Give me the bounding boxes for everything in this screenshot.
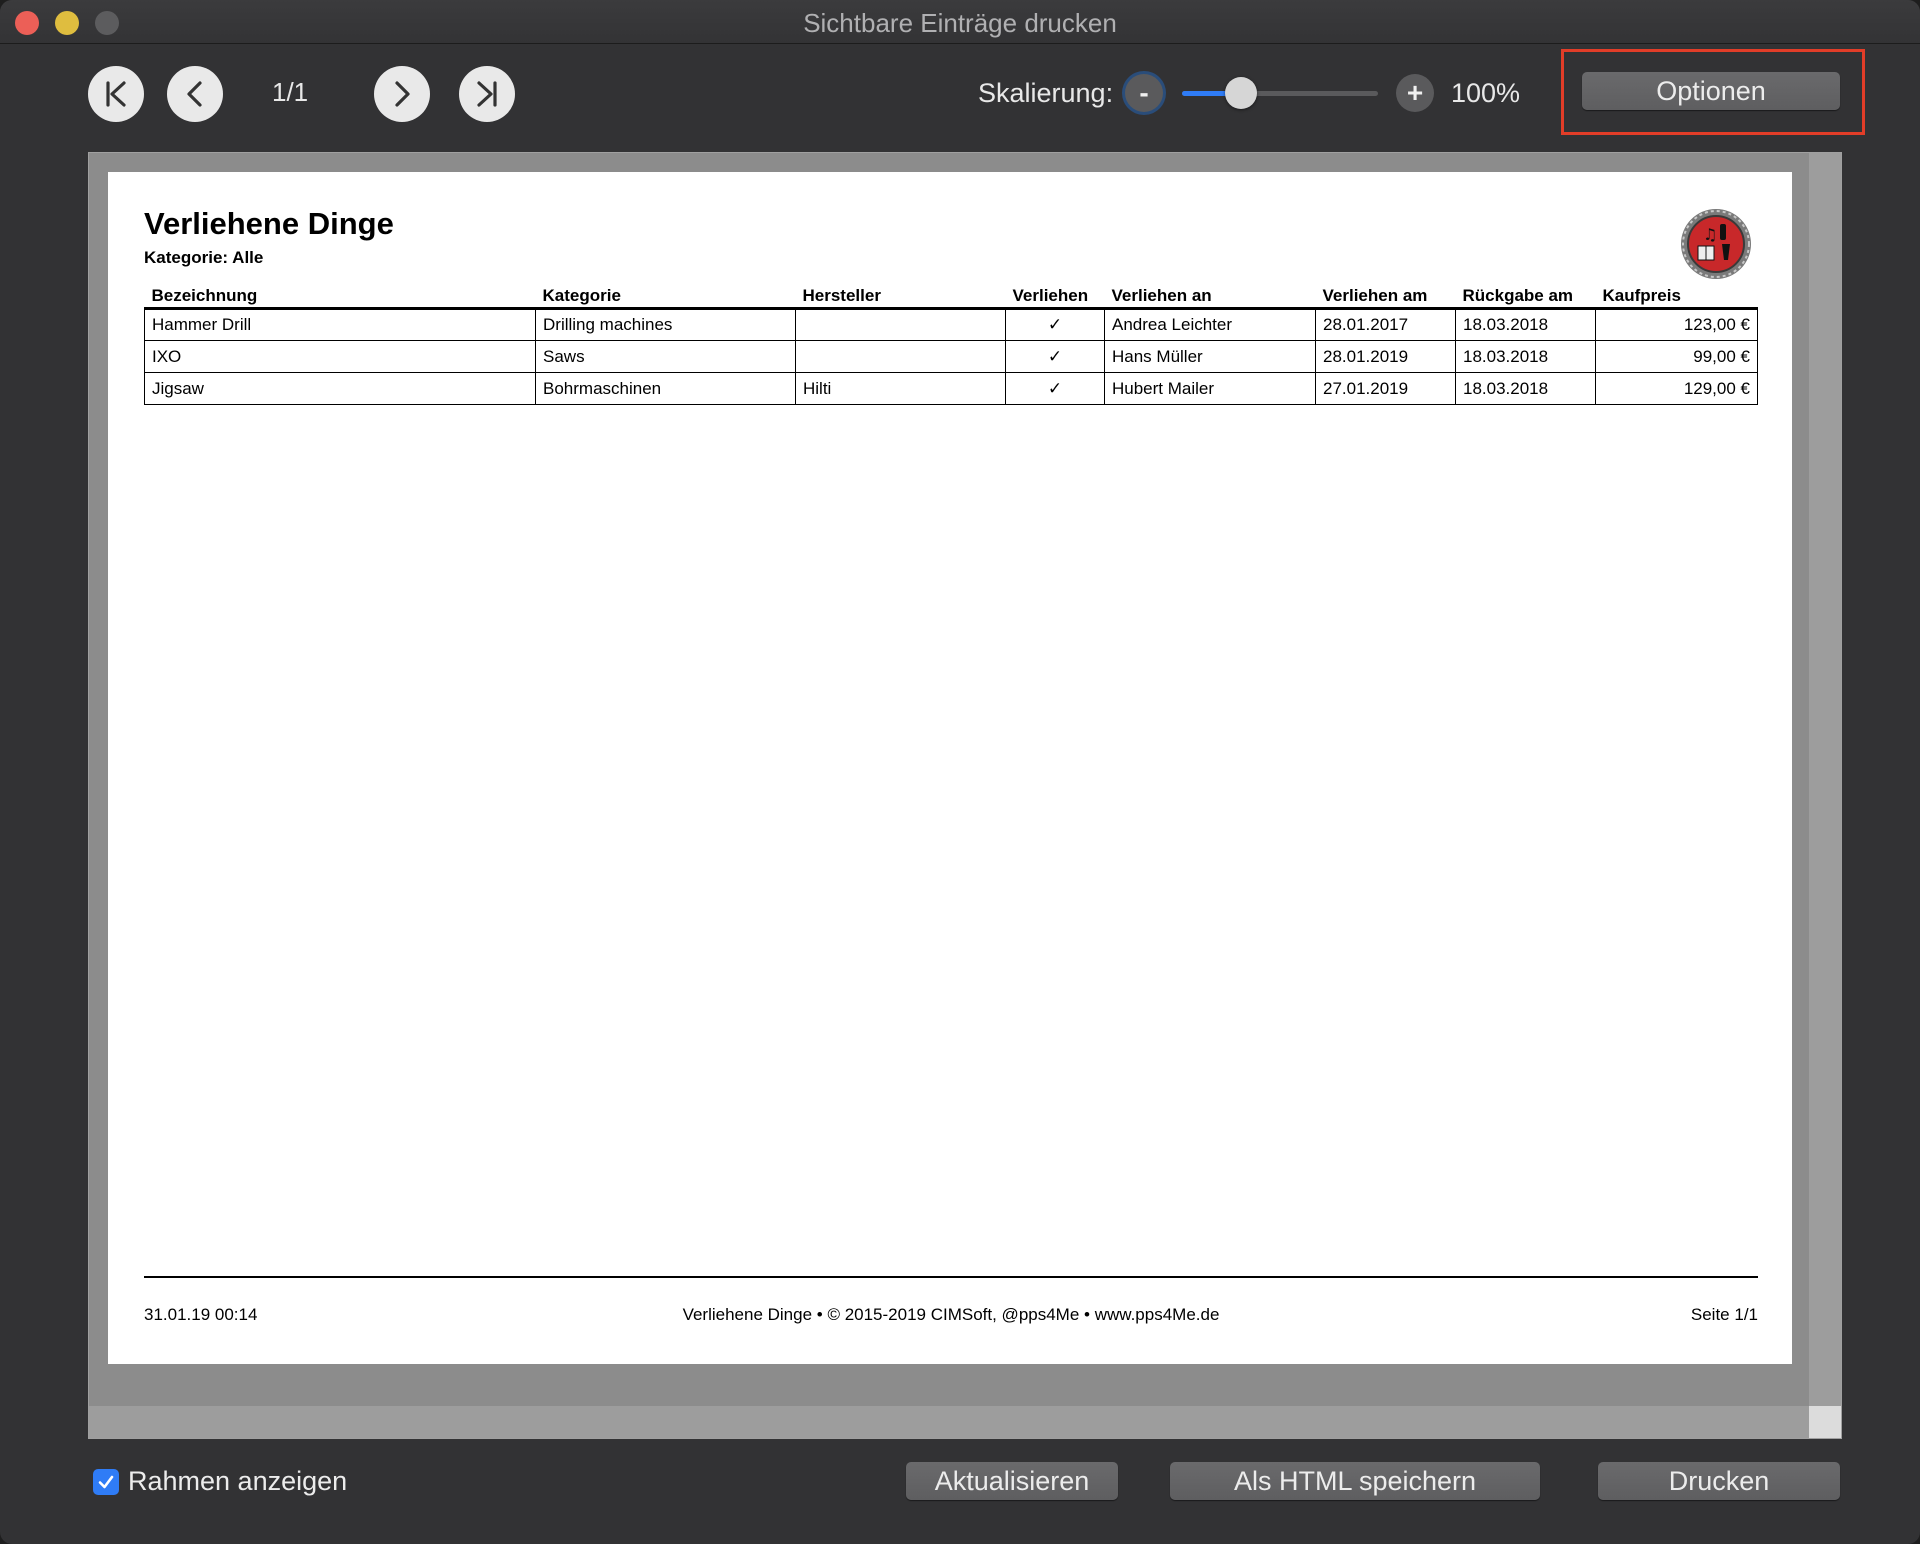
show-frame-label[interactable]: Rahmen anzeigen (128, 1466, 347, 1497)
checkmark-cell: ✓ (1005, 340, 1105, 373)
table-cell: Drilling machines (535, 308, 796, 341)
column-header: Bezeichnung (144, 282, 536, 310)
price-cell: 123,00 € (1595, 308, 1758, 341)
zoom-in-button[interactable]: + (1396, 74, 1434, 112)
table-cell: Bohrmaschinen (535, 372, 796, 405)
footer-divider (144, 1276, 1758, 1278)
scale-label: Skalierung: (978, 78, 1114, 108)
table-row: Hammer Drill Drilling machines ✓ Andrea … (144, 308, 1758, 341)
options-button[interactable]: Optionen (1582, 72, 1840, 110)
table-row: Jigsaw Bohrmaschinen Hilti ✓ Hubert Mail… (144, 372, 1758, 405)
last-page-button[interactable] (459, 66, 515, 122)
price-cell: 99,00 € (1595, 340, 1758, 373)
zoom-slider[interactable] (1182, 77, 1378, 109)
table-cell: 18.03.2018 (1455, 340, 1596, 373)
scrollbar-corner (1809, 1406, 1841, 1438)
last-page-icon (477, 81, 497, 107)
report-title: Verliehene Dinge (144, 206, 394, 241)
report-table: Bezeichnung Kategorie Hersteller Verlieh… (144, 282, 1758, 405)
horizontal-scrollbar[interactable] (89, 1406, 1809, 1438)
table-cell: Hilti (795, 372, 1006, 405)
preview-page: Verliehene Dinge Kategorie: Alle ♫ Bezei… (108, 172, 1792, 1364)
print-dialog-window: Sichtbare Einträge drucken 1/1 Skalierun… (0, 0, 1920, 1544)
checkmark-cell: ✓ (1005, 308, 1105, 341)
table-cell: 18.03.2018 (1455, 372, 1596, 405)
zoom-slider-knob[interactable] (1224, 77, 1257, 109)
table-cell: Jigsaw (144, 372, 536, 405)
table-cell: Hammer Drill (144, 308, 536, 341)
window-title: Sichtbare Einträge drucken (803, 8, 1117, 38)
table-cell: Hans Müller (1104, 340, 1316, 373)
table-header-row: Bezeichnung Kategorie Hersteller Verlieh… (144, 282, 1758, 310)
table-cell: Hubert Mailer (1104, 372, 1316, 405)
table-cell: 27.01.2019 (1315, 372, 1456, 405)
first-page-button[interactable] (88, 66, 144, 122)
svg-text:♫: ♫ (1703, 225, 1717, 244)
vertical-scrollbar[interactable] (1809, 153, 1841, 1407)
app-logo-icon: ♫ (1681, 209, 1751, 279)
column-header: Verliehen an (1104, 282, 1316, 310)
page-indicator: 1/1 (272, 77, 309, 107)
column-header: Kategorie (535, 282, 796, 310)
footer-copyright: Verliehene Dinge • © 2015-2019 CIMSoft, … (682, 1305, 1220, 1324)
refresh-button[interactable]: Aktualisieren (906, 1462, 1118, 1500)
next-page-button[interactable] (374, 66, 430, 122)
price-cell: 129,00 € (1595, 372, 1758, 405)
column-header: Hersteller (795, 282, 1006, 310)
column-header: Kaufpreis (1595, 282, 1758, 310)
column-header: Rückgabe am (1455, 282, 1596, 310)
previous-page-button[interactable] (167, 66, 223, 122)
first-page-icon (106, 81, 126, 107)
table-cell: 18.03.2018 (1455, 308, 1596, 341)
checkmark-icon (98, 1475, 114, 1489)
next-page-icon (395, 81, 410, 107)
title-bar: Sichtbare Einträge drucken (0, 0, 1920, 44)
table-cell (795, 340, 1006, 373)
zoom-out-button[interactable]: - (1125, 74, 1163, 112)
footer-page-number: Seite 1/1 (1690, 1305, 1758, 1324)
table-cell (795, 308, 1006, 341)
previous-page-icon (187, 81, 202, 107)
table-cell: 28.01.2019 (1315, 340, 1456, 373)
show-frame-checkbox[interactable] (93, 1469, 119, 1495)
print-button[interactable]: Drucken (1598, 1462, 1840, 1500)
table-cell: 28.01.2017 (1315, 308, 1456, 341)
save-html-button[interactable]: Als HTML speichern (1170, 1462, 1540, 1500)
table-cell: Saws (535, 340, 796, 373)
table-cell: IXO (144, 340, 536, 373)
table-cell: Andrea Leichter (1104, 308, 1316, 341)
table-row: IXO Saws ✓ Hans Müller 28.01.2019 18.03.… (144, 340, 1758, 373)
column-header: Verliehen am (1315, 282, 1456, 310)
zoom-value: 100% (1451, 78, 1521, 108)
checkmark-cell: ✓ (1005, 372, 1105, 405)
report-subtitle: Kategorie: Alle (144, 248, 264, 267)
column-header: Verliehen (1005, 282, 1105, 310)
